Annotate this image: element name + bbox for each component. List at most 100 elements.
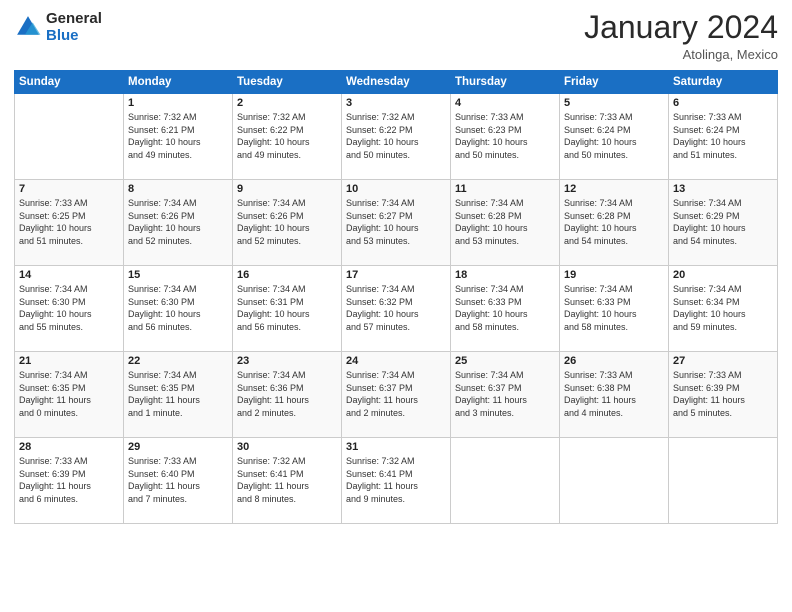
logo: General Blue [14,10,102,45]
calendar-cell: 22Sunrise: 7:34 AMSunset: 6:35 PMDayligh… [124,352,233,438]
day-number: 2 [237,97,337,109]
calendar-cell: 15Sunrise: 7:34 AMSunset: 6:30 PMDayligh… [124,266,233,352]
day-number: 19 [564,269,664,281]
day-number: 12 [564,183,664,195]
day-number: 1 [128,97,228,109]
day-info: Sunrise: 7:33 AMSunset: 6:38 PMDaylight:… [564,369,664,419]
day-info: Sunrise: 7:34 AMSunset: 6:30 PMDaylight:… [19,283,119,333]
day-number: 7 [19,183,119,195]
day-number: 23 [237,355,337,367]
day-number: 17 [346,269,446,281]
calendar-cell: 4 Sunrise: 7:33 AMSunset: 6:23 PMDaylight… [451,94,560,180]
calendar-cell: 31 Sunrise: 7:32 AMSunset: 6:41 PMDayligh… [342,438,451,524]
header-day: Thursday [451,71,560,94]
day-number: 31 [346,441,446,453]
day-info: Sunrise: 7:34 AMSunset: 6:33 PMDaylight:… [564,283,664,333]
day-number: 16 [237,269,337,281]
calendar-cell: 8 Sunrise: 7:34 AMSunset: 6:26 PMDaylight… [124,180,233,266]
day-number: 11 [455,183,555,195]
calendar-cell [669,438,778,524]
calendar-cell: 13 Sunrise: 7:34 AMSunset: 6:29 PMDayligh… [669,180,778,266]
calendar-cell: 1 Sunrise: 7:32 AMSunset: 6:21 PMDaylight… [124,94,233,180]
day-info: Sunrise: 7:34 AMSunset: 6:30 PMDaylight:… [128,283,228,333]
day-number: 27 [673,355,773,367]
day-number: 25 [455,355,555,367]
calendar-week-row: 7Sunrise: 7:33 AMSunset: 6:25 PMDaylight… [15,180,778,266]
calendar-cell: 9 Sunrise: 7:34 AMSunset: 6:26 PMDaylight… [233,180,342,266]
day-info: Sunrise: 7:33 AMSunset: 6:39 PMDaylight:… [673,369,773,419]
month-title: January 2024 [584,10,778,45]
calendar-cell [560,438,669,524]
day-number: 20 [673,269,773,281]
day-number: 5 [564,97,664,109]
day-number: 4 [455,97,555,109]
calendar-table: SundayMondayTuesdayWednesdayThursdayFrid… [14,70,778,524]
day-info: Sunrise: 7:34 AMSunset: 6:37 PMDaylight:… [346,369,446,419]
day-info: Sunrise: 7:34 AMSunset: 6:29 PMDaylight:… [673,197,773,247]
day-number: 14 [19,269,119,281]
logo-text: General Blue [46,10,102,45]
day-info: Sunrise: 7:32 AMSunset: 6:22 PMDaylight:… [237,111,337,161]
calendar-cell: 17 Sunrise: 7:34 AMSunset: 6:32 PMDayligh… [342,266,451,352]
day-number: 29 [128,441,228,453]
page: General Blue January 2024 Atolinga, Mexi… [0,0,792,612]
day-info: Sunrise: 7:34 AMSunset: 6:28 PMDaylight:… [564,197,664,247]
calendar-cell: 3Sunrise: 7:32 AMSunset: 6:22 PMDaylight… [342,94,451,180]
header-day: Sunday [15,71,124,94]
day-info: Sunrise: 7:34 AMSunset: 6:32 PMDaylight:… [346,283,446,333]
day-number: 9 [237,183,337,195]
day-number: 10 [346,183,446,195]
calendar-week-row: 28Sunrise: 7:33 AMSunset: 6:39 PMDayligh… [15,438,778,524]
day-info: Sunrise: 7:33 AMSunset: 6:39 PMDaylight:… [19,455,119,505]
calendar-cell: 18Sunrise: 7:34 AMSunset: 6:33 PMDayligh… [451,266,560,352]
calendar-cell: 21Sunrise: 7:34 AMSunset: 6:35 PMDayligh… [15,352,124,438]
day-info: Sunrise: 7:32 AMSunset: 6:22 PMDaylight:… [346,111,446,161]
logo-icon [14,13,42,41]
day-info: Sunrise: 7:33 AMSunset: 6:24 PMDaylight:… [564,111,664,161]
day-info: Sunrise: 7:34 AMSunset: 6:28 PMDaylight:… [455,197,555,247]
header-row: SundayMondayTuesdayWednesdayThursdayFrid… [15,71,778,94]
header-day: Wednesday [342,71,451,94]
header-day: Monday [124,71,233,94]
day-info: Sunrise: 7:32 AMSunset: 6:41 PMDaylight:… [346,455,446,505]
calendar-cell: 16 Sunrise: 7:34 AMSunset: 6:31 PMDayligh… [233,266,342,352]
calendar-cell: 2 Sunrise: 7:32 AMSunset: 6:22 PMDaylight… [233,94,342,180]
header-day: Friday [560,71,669,94]
day-number: 13 [673,183,773,195]
day-info: Sunrise: 7:34 AMSunset: 6:35 PMDaylight:… [128,369,228,419]
calendar-cell: 30 Sunrise: 7:32 AMSunset: 6:41 PMDayligh… [233,438,342,524]
day-info: Sunrise: 7:33 AMSunset: 6:24 PMDaylight:… [673,111,773,161]
day-number: 30 [237,441,337,453]
day-info: Sunrise: 7:33 AMSunset: 6:23 PMDaylight:… [455,111,555,161]
calendar-cell: 28Sunrise: 7:33 AMSunset: 6:39 PMDayligh… [15,438,124,524]
day-info: Sunrise: 7:34 AMSunset: 6:33 PMDaylight:… [455,283,555,333]
day-info: Sunrise: 7:34 AMSunset: 6:34 PMDaylight:… [673,283,773,333]
day-info: Sunrise: 7:34 AMSunset: 6:26 PMDaylight:… [128,197,228,247]
calendar-cell: 5 Sunrise: 7:33 AMSunset: 6:24 PMDaylight… [560,94,669,180]
calendar-cell [451,438,560,524]
day-info: Sunrise: 7:34 AMSunset: 6:37 PMDaylight:… [455,369,555,419]
day-number: 8 [128,183,228,195]
title-block: January 2024 Atolinga, Mexico [584,10,778,62]
day-info: Sunrise: 7:34 AMSunset: 6:27 PMDaylight:… [346,197,446,247]
calendar-cell: 29 Sunrise: 7:33 AMSunset: 6:40 PMDayligh… [124,438,233,524]
calendar-cell: 24Sunrise: 7:34 AMSunset: 6:37 PMDayligh… [342,352,451,438]
calendar-cell: 10 Sunrise: 7:34 AMSunset: 6:27 PMDayligh… [342,180,451,266]
day-info: Sunrise: 7:34 AMSunset: 6:31 PMDaylight:… [237,283,337,333]
calendar-cell: 6 Sunrise: 7:33 AMSunset: 6:24 PMDaylight… [669,94,778,180]
day-number: 6 [673,97,773,109]
day-info: Sunrise: 7:32 AMSunset: 6:41 PMDaylight:… [237,455,337,505]
calendar-cell: 20 Sunrise: 7:34 AMSunset: 6:34 PMDayligh… [669,266,778,352]
day-info: Sunrise: 7:32 AMSunset: 6:21 PMDaylight:… [128,111,228,161]
calendar-cell [15,94,124,180]
calendar-week-row: 21Sunrise: 7:34 AMSunset: 6:35 PMDayligh… [15,352,778,438]
calendar-cell: 19 Sunrise: 7:34 AMSunset: 6:33 PMDayligh… [560,266,669,352]
location: Atolinga, Mexico [584,47,778,62]
header-day: Saturday [669,71,778,94]
day-info: Sunrise: 7:34 AMSunset: 6:26 PMDaylight:… [237,197,337,247]
header-day: Tuesday [233,71,342,94]
calendar-cell: 11 Sunrise: 7:34 AMSunset: 6:28 PMDayligh… [451,180,560,266]
calendar-cell: 27 Sunrise: 7:33 AMSunset: 6:39 PMDayligh… [669,352,778,438]
day-info: Sunrise: 7:34 AMSunset: 6:35 PMDaylight:… [19,369,119,419]
day-info: Sunrise: 7:33 AMSunset: 6:40 PMDaylight:… [128,455,228,505]
